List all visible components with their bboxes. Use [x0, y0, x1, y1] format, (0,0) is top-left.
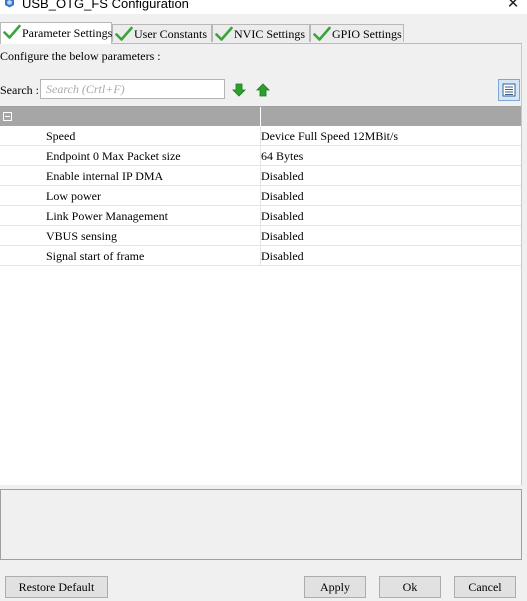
- check-icon: [3, 24, 21, 39]
- parameter-value: Disabled: [261, 249, 304, 263]
- tab-label: GPIO Settings: [332, 27, 402, 41]
- list-view-button[interactable]: [498, 79, 520, 101]
- parameter-row-signal-start-of-frame[interactable]: Signal start of frame Disabled: [0, 246, 521, 266]
- parameter-name: Enable internal IP DMA: [46, 169, 164, 183]
- parameter-value: Disabled: [261, 189, 304, 203]
- tab-nvic-settings[interactable]: NVIC Settings: [212, 24, 310, 42]
- parameter-name: Endpoint 0 Max Packet size: [46, 149, 181, 163]
- parameter-row-low-power[interactable]: Low power Disabled: [0, 186, 521, 206]
- parameter-row-vbus-sensing[interactable]: VBUS sensing Disabled: [0, 226, 521, 246]
- description-panel: [0, 489, 522, 560]
- configure-instructions: Configure the below parameters :: [0, 49, 161, 63]
- list-view-icon: [502, 83, 516, 97]
- parameter-grid: Speed Device Full Speed 12MBit/s Endpoin…: [0, 106, 521, 485]
- column-divider: [260, 107, 261, 126]
- parameter-value: 64 Bytes: [261, 149, 304, 163]
- check-icon: [115, 26, 133, 41]
- search-label: Search :: [0, 83, 39, 97]
- tab-user-constants[interactable]: User Constants: [112, 24, 212, 42]
- check-icon: [215, 26, 233, 41]
- window-title: USB_OTG_FS Configuration: [22, 0, 189, 11]
- parameter-name: VBUS sensing: [46, 229, 118, 243]
- tab-label: Parameter Settings: [22, 26, 113, 40]
- arrow-down-icon[interactable]: [231, 82, 247, 98]
- tab-parameter-settings[interactable]: Parameter Settings: [0, 22, 112, 44]
- parameter-name: Link Power Management: [46, 209, 168, 223]
- check-icon: [313, 26, 331, 41]
- cancel-button[interactable]: Cancel: [454, 576, 516, 598]
- close-button[interactable]: ✕: [505, 0, 521, 12]
- grid-header: [0, 107, 521, 126]
- arrow-up-icon[interactable]: [255, 82, 271, 98]
- tab-gpio-settings[interactable]: GPIO Settings: [310, 24, 404, 42]
- tab-label: NVIC Settings: [234, 27, 306, 41]
- parameter-row-enable-internal-ip-dma[interactable]: Enable internal IP DMA Disabled: [0, 166, 521, 186]
- parameter-value: Disabled: [261, 169, 304, 183]
- parameter-name: Signal start of frame: [46, 249, 145, 263]
- parameter-name: Speed: [46, 129, 76, 143]
- parameter-row-link-power-management[interactable]: Link Power Management Disabled: [0, 206, 521, 226]
- collapse-icon[interactable]: [3, 112, 12, 121]
- app-icon: [5, 0, 14, 8]
- title-bar: USB_OTG_FS Configuration ✕: [0, 0, 527, 14]
- parameter-name: Low power: [46, 189, 101, 203]
- tab-label: User Constants: [134, 27, 207, 41]
- tab-bar: Parameter Settings User Constants NVIC S…: [0, 22, 527, 44]
- search-input[interactable]: [40, 79, 225, 99]
- parameter-value: Device Full Speed 12MBit/s: [261, 129, 398, 143]
- parameter-value: Disabled: [261, 209, 304, 223]
- parameter-row-endpoint-0-max-packet-size[interactable]: Endpoint 0 Max Packet size 64 Bytes: [0, 146, 521, 166]
- apply-button[interactable]: Apply: [304, 576, 366, 598]
- ok-button[interactable]: Ok: [379, 576, 441, 598]
- parameter-value: Disabled: [261, 229, 304, 243]
- parameter-row-speed[interactable]: Speed Device Full Speed 12MBit/s: [0, 126, 521, 146]
- restore-default-button[interactable]: Restore Default: [5, 576, 108, 598]
